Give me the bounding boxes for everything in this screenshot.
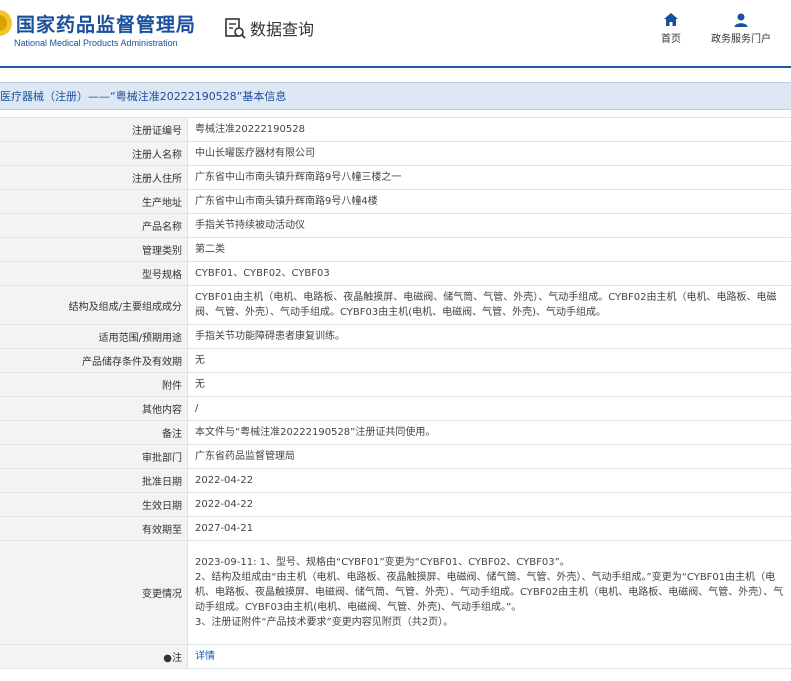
field-value: 本文件与“粤械注准20222190528”注册证共同使用。 [187, 420, 791, 445]
field-label: 适用范围/预期用途 [0, 324, 188, 349]
nav-service-label: 政务服务门户 [711, 34, 771, 45]
field-label: 审批部门 [0, 444, 188, 469]
field-label: 生产地址 [0, 189, 188, 214]
change-history-line: 2023-09-11: 1、型号、规格由“CYBF01”变更为“CYBF01、C… [195, 557, 570, 568]
nav-home-link[interactable]: 首页 [656, 12, 686, 45]
field-value: 2022-04-22 [187, 468, 791, 493]
field-value: 广东省中山市南头镇升辉南路9号八幢三楼之一 [187, 165, 791, 190]
field-value: 中山长曜医疗器材有限公司 [187, 141, 791, 166]
table-row: 备注 本文件与“粤械注准20222190528”注册证共同使用。 [0, 420, 791, 445]
table-row: 生产地址 广东省中山市南头镇升辉南路9号八幢4楼 [0, 189, 791, 214]
field-label: 其他内容 [0, 396, 188, 421]
field-value: 手指关节持续被动活动仪 [187, 213, 791, 238]
home-icon [664, 13, 678, 26]
table-row: 管理类别 第二类 [0, 237, 791, 262]
field-label: 附件 [0, 372, 188, 397]
change-history-line: 2、结构及组成由“由主机（电机、电路板、夜晶触摸屏、电磁阀、储气筒、气管、外壳）… [195, 572, 784, 613]
site-logo-en[interactable]: National Medical Products Administration [14, 38, 178, 48]
site-header: 国家药品监督管理局 National Medical Products Admi… [0, 0, 791, 68]
field-value: 粤械注准20222190528 [187, 117, 791, 142]
table-row: 生效日期 2022-04-22 [0, 492, 791, 517]
field-label: ●注 [0, 644, 188, 669]
table-row: 有效期至 2027-04-21 [0, 516, 791, 541]
field-value: 广东省中山市南头镇升辉南路9号八幢4楼 [187, 189, 791, 214]
table-row: 产品名称 手指关节持续被动活动仪 [0, 213, 791, 238]
field-value: 手指关节功能障碍患者康复训练。 [187, 324, 791, 349]
field-value: 详情 [187, 644, 791, 669]
field-value: 无 [187, 348, 791, 373]
field-label: 产品储存条件及有效期 [0, 348, 188, 373]
table-row: 批准日期 2022-04-22 [0, 468, 791, 493]
page-title: 医疗器械（注册）——“粤械注准20222190528”基本信息 [0, 90, 287, 103]
nav-service-portal-link[interactable]: 政务服务门户 [708, 12, 774, 45]
table-row: 适用范围/预期用途 手指关节功能障碍患者康复训练。 [0, 324, 791, 349]
field-value: 2022-04-22 [187, 492, 791, 517]
data-query-label: 数据查询 [250, 20, 315, 39]
field-label: 结构及组成/主要组成成分 [0, 285, 188, 325]
field-value: CYBF01、CYBF02、CYBF03 [187, 261, 791, 286]
field-label: 变更情况 [0, 540, 188, 645]
table-row-change-history: 变更情况 2023-09-11: 1、型号、规格由“CYBF01”变更为“CYBF… [0, 540, 791, 645]
field-value: CYBF01由主机（电机、电路板、夜晶触摸屏、电磁阀、储气筒、气管、外壳）、气动… [187, 285, 791, 325]
field-label: 注册证编号 [0, 117, 188, 142]
table-row: 审批部门 广东省药品监督管理局 [0, 444, 791, 469]
change-history-line: 3、注册证附件“产品技术要求”变更内容见附页（共2页）。 [195, 617, 454, 628]
page-title-bar: 医疗器械（注册）——“粤械注准20222190528”基本信息 [0, 82, 791, 110]
field-label: 注册人名称 [0, 141, 188, 166]
field-value: 第二类 [187, 237, 791, 262]
table-row: 注册证编号 粤械注准20222190528 [0, 117, 791, 142]
table-row: 型号规格 CYBF01、CYBF02、CYBF03 [0, 261, 791, 286]
details-link[interactable]: 详情 [195, 651, 215, 662]
field-label: 管理类别 [0, 237, 188, 262]
table-row-note: ●注 详情 [0, 644, 791, 669]
field-value: / [187, 396, 791, 421]
field-label: 注册人住所 [0, 165, 188, 190]
data-query-link[interactable]: 数据查询 [224, 16, 314, 40]
table-row: 注册人名称 中山长曜医疗器材有限公司 [0, 141, 791, 166]
table-row: 注册人住所 广东省中山市南头镇升辉南路9号八幢三楼之一 [0, 165, 791, 190]
nav-home-label: 首页 [661, 34, 681, 45]
field-label: 备注 [0, 420, 188, 445]
field-label: 批准日期 [0, 468, 188, 493]
field-value: 2027-04-21 [187, 516, 791, 541]
table-row: 其他内容 / [0, 396, 791, 421]
field-label: 产品名称 [0, 213, 188, 238]
logo-emblem-icon [0, 10, 12, 36]
field-label: 生效日期 [0, 492, 188, 517]
table-row: 结构及组成/主要组成成分 CYBF01由主机（电机、电路板、夜晶触摸屏、电磁阀、储… [0, 285, 791, 325]
site-logo-cn[interactable]: 国家药品监督管理局 [16, 10, 196, 37]
change-history-value: 2023-09-11: 1、型号、规格由“CYBF01”变更为“CYBF01、C… [187, 540, 791, 645]
field-label: 型号规格 [0, 261, 188, 286]
field-label: 有效期至 [0, 516, 188, 541]
document-search-icon [225, 18, 246, 39]
field-value: 广东省药品监督管理局 [187, 444, 791, 469]
user-icon [734, 13, 748, 27]
table-row: 附件无 [0, 372, 791, 397]
field-value: 无 [187, 372, 791, 397]
registration-info-table: 注册证编号 粤械注准20222190528 注册人名称 中山长曜医疗器材有限公司 注册人… [0, 117, 791, 669]
table-row: 产品储存条件及有效期无 [0, 348, 791, 373]
